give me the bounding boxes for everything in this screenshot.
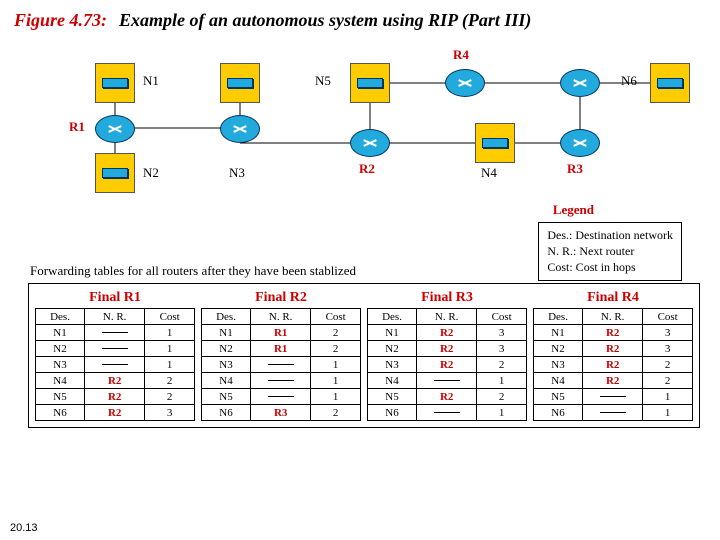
routing-table: Des.N. R.CostN1R23N2R23N3R22N41N5R22N61: [367, 308, 527, 421]
label-n2: N2: [143, 165, 159, 181]
label-n6: N6: [621, 73, 637, 89]
table-row: N21: [36, 341, 195, 357]
host-n6: [650, 63, 690, 103]
table-row: N41: [368, 373, 527, 389]
legend-line-des: Des.: Destination network: [547, 227, 673, 243]
table-row: N3R22: [534, 357, 693, 373]
label-r1: R1: [69, 119, 85, 135]
col-nr: N. R.: [583, 309, 643, 325]
col-nr: N. R.: [251, 309, 311, 325]
forwarding-tables: Final R1Des.N. R.CostN11N21N31N4R22N5R22…: [28, 283, 700, 428]
col-des: Des.: [202, 309, 251, 325]
host-n4: [475, 123, 515, 163]
legend-title: Legend: [553, 202, 594, 218]
router-r1: [95, 115, 135, 143]
table-row: N2R23: [368, 341, 527, 357]
network-diagram: N1 R1 N2 N3 N5 R2 R4 N4 R3 N6: [15, 43, 705, 203]
legend-box: Des.: Destination network N. R.: Next ro…: [538, 222, 682, 281]
host-n3-top: [220, 63, 260, 103]
table-row: N41: [202, 373, 361, 389]
label-n5: N5: [315, 73, 331, 89]
figure-title: Figure 4.73: Example of an autonomous sy…: [0, 0, 720, 35]
table-row: N6R23: [36, 405, 195, 421]
host-n2: [95, 153, 135, 193]
table-title: Final R1: [35, 290, 195, 306]
table-row: N4R22: [534, 373, 693, 389]
table-row: N1R12: [202, 325, 361, 341]
col-des: Des.: [534, 309, 583, 325]
table-row: N1R23: [534, 325, 693, 341]
label-n1: N1: [143, 73, 159, 89]
col-nr: N. R.: [85, 309, 145, 325]
label-n3: N3: [229, 165, 245, 181]
legend-line-nr: N. R.: Next router: [547, 243, 673, 259]
label-r4: R4: [453, 47, 469, 63]
routing-table: Des.N. R.CostN1R23N2R23N3R22N4R22N51N61: [533, 308, 693, 421]
col-cost: Cost: [477, 309, 527, 325]
router-r3: [560, 129, 600, 157]
router-n6-bridge: [560, 69, 600, 97]
table-row: N61: [534, 405, 693, 421]
table-row: N51: [534, 389, 693, 405]
table-title: Final R2: [201, 290, 361, 306]
router-r2: [350, 129, 390, 157]
col-des: Des.: [36, 309, 85, 325]
col-des: Des.: [368, 309, 417, 325]
host-n5: [350, 63, 390, 103]
routing-table: Des.N. R.CostN1R12N2R12N31N41N51N6R32: [201, 308, 361, 421]
col-cost: Cost: [643, 309, 693, 325]
table: Final R2 Des.N. R.CostN1R12N2R12N31N41N51…: [201, 290, 361, 421]
table-row: N61: [368, 405, 527, 421]
table-row: N31: [36, 357, 195, 373]
label-n4: N4: [481, 165, 497, 181]
table-row: N51: [202, 389, 361, 405]
table: Final R3Des.N. R.CostN1R23N2R23N3R22N41N…: [367, 290, 527, 421]
routing-table: Des.N. R.CostN11N21N31N4R22N5R22N6R23: [35, 308, 195, 421]
table-row: N11: [36, 325, 195, 341]
table-row: N4R22: [36, 373, 195, 389]
table-title: Final R4: [533, 290, 693, 306]
host-n1: [95, 63, 135, 103]
table-row: N6R32: [202, 405, 361, 421]
col-cost: Cost: [311, 309, 361, 325]
table-row: N2R23: [534, 341, 693, 357]
page-number: 20.13: [10, 522, 38, 534]
figure-caption: Example of an autonomous system using RI…: [119, 10, 531, 30]
router-r4: [445, 69, 485, 97]
table: Final R1 Des.N. R.CostN11N21N31N4R22N5R22…: [35, 290, 195, 421]
figure-number: Figure 4.73:: [14, 10, 107, 30]
table-row: N31: [202, 357, 361, 373]
label-r2: R2: [359, 161, 375, 177]
label-r3: R3: [567, 161, 583, 177]
table-row: N5R22: [368, 389, 527, 405]
table-row: N2R12: [202, 341, 361, 357]
table-row: N5R22: [36, 389, 195, 405]
router-n3-bridge: [220, 115, 260, 143]
table-row: N1R23: [368, 325, 527, 341]
table-title: Final R3: [367, 290, 527, 306]
col-nr: N. R.: [417, 309, 477, 325]
legend-line-cost: Cost: Cost in hops: [547, 259, 673, 275]
table-row: N3R22: [368, 357, 527, 373]
col-cost: Cost: [145, 309, 195, 325]
table: Final R4 Des.N. R.CostN1R23N2R23N3R22N4R2…: [533, 290, 693, 421]
